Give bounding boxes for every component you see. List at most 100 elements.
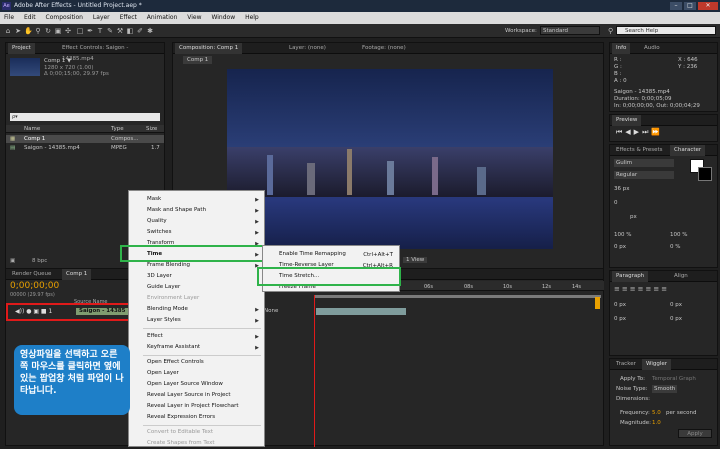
work-area-bar[interactable]: [314, 295, 601, 298]
selection-tool-icon[interactable]: ➤: [14, 27, 22, 35]
tab-project[interactable]: Project: [8, 43, 35, 54]
work-area-end-handle[interactable]: [595, 297, 600, 309]
menu-item-keyframe-assistant[interactable]: Keyframe Assistant: [147, 342, 200, 353]
menu-composition[interactable]: Composition: [42, 12, 87, 24]
menu-item-blending-mode[interactable]: Blending Mode: [147, 304, 188, 315]
menu-item-guide-layer[interactable]: Guide Layer: [147, 282, 180, 293]
magnitude-value[interactable]: 1.0: [652, 419, 661, 427]
font-family-select[interactable]: Gulim: [614, 159, 674, 167]
menu-view[interactable]: View: [183, 12, 205, 24]
view-layout-select[interactable]: 1 View: [403, 257, 428, 263]
tab-render-queue[interactable]: Render Queue: [8, 269, 55, 280]
menu-file[interactable]: File: [0, 12, 18, 24]
home-tool-icon[interactable]: ⌂: [4, 27, 12, 35]
puppet-tool-icon[interactable]: ✱: [146, 27, 154, 35]
rotate-tool-icon[interactable]: ↻: [44, 27, 52, 35]
hand-tool-icon[interactable]: ✋: [24, 27, 33, 35]
menu-item-switches[interactable]: Switches: [147, 227, 171, 238]
menu-item-effect[interactable]: Effect: [147, 331, 163, 342]
space-after[interactable]: 0 px: [670, 315, 682, 323]
tab-effect-controls[interactable]: Effect Controls: Saigon - 14385.mp4: [58, 43, 164, 62]
tab-info[interactable]: Info: [612, 43, 631, 54]
menu-item-mask[interactable]: Mask: [147, 194, 161, 205]
tab-tracker[interactable]: Tracker: [612, 359, 640, 370]
menu-item-3d-layer[interactable]: 3D Layer: [147, 271, 172, 282]
layer-duration-bar[interactable]: [316, 308, 406, 315]
roto-brush-tool-icon[interactable]: ✐: [136, 27, 144, 35]
tsume-value[interactable]: 0 %: [670, 243, 680, 251]
eraser-tool-icon[interactable]: ◧: [126, 27, 134, 35]
horizontal-scale[interactable]: 100 %: [670, 231, 687, 239]
tab-character[interactable]: Character: [670, 145, 706, 156]
search-help-input[interactable]: Search Help: [616, 26, 716, 35]
preview-controls-icon[interactable]: ⏮◀▶⏭⏩: [616, 128, 663, 137]
maximize-button[interactable]: □: [684, 2, 696, 10]
tab-paragraph[interactable]: Paragraph: [612, 271, 649, 282]
indent-right[interactable]: 0 px: [670, 301, 682, 309]
menu-item-open-effect-controls[interactable]: Open Effect Controls: [147, 357, 204, 368]
project-item-name[interactable]: Comp 1: [24, 135, 45, 143]
frequency-value[interactable]: 5.0: [652, 409, 661, 417]
menu-animation[interactable]: Animation: [143, 12, 182, 24]
column-header-size[interactable]: Size: [146, 125, 157, 133]
kerning-value[interactable]: 0: [614, 199, 618, 207]
zoom-tool-icon[interactable]: ⚲: [34, 27, 42, 35]
project-item-name[interactable]: Saigon - 14385.mp4: [24, 144, 80, 152]
tab-layer[interactable]: Layer: (none): [285, 43, 330, 54]
comp-viewer-frame[interactable]: [227, 69, 553, 249]
wiggler-apply-button[interactable]: Apply: [678, 429, 712, 438]
noise-type-select[interactable]: Smooth: [652, 385, 678, 393]
apply-to-select[interactable]: Temporal Graph: [652, 375, 696, 383]
text-tool-icon[interactable]: T: [96, 27, 104, 35]
baseline-shift[interactable]: 0 px: [614, 243, 626, 251]
menu-layer[interactable]: Layer: [89, 12, 114, 24]
indent-left[interactable]: 0 px: [614, 301, 626, 309]
menu-item-open-layer-source-window[interactable]: Open Layer Source Window: [147, 379, 223, 390]
close-button[interactable]: ✕: [698, 2, 718, 10]
brush-tool-icon[interactable]: ✎: [106, 27, 114, 35]
interpret-footage-icon[interactable]: ▣: [10, 257, 15, 265]
parent-select[interactable]: None: [264, 308, 278, 314]
space-before[interactable]: 0 px: [614, 315, 626, 323]
menu-window[interactable]: Window: [207, 12, 239, 24]
rectangle-tool-icon[interactable]: □: [76, 27, 84, 35]
stroke-color-swatch[interactable]: [698, 167, 712, 181]
workspace-select[interactable]: Standard: [540, 26, 600, 35]
leading-unit[interactable]: px: [630, 213, 637, 221]
bpc-label[interactable]: 8 bpc: [32, 257, 47, 265]
playhead[interactable]: [314, 295, 315, 447]
menu-item-reveal-layer-flowchart[interactable]: Reveal Layer in Project Flowchart: [147, 401, 239, 412]
stamp-tool-icon[interactable]: ⚒: [116, 27, 124, 35]
tab-audio[interactable]: Audio: [640, 43, 664, 54]
menu-item-enable-time-remapping[interactable]: Enable Time Remapping: [279, 249, 346, 260]
menu-item-quality[interactable]: Quality: [147, 216, 167, 227]
pan-behind-tool-icon[interactable]: ✣: [64, 27, 72, 35]
menu-item-reveal-expression-errors[interactable]: Reveal Expression Errors: [147, 412, 215, 423]
menu-item-open-layer[interactable]: Open Layer: [147, 368, 179, 379]
menu-item-layer-styles[interactable]: Layer Styles: [147, 315, 181, 326]
project-search-input[interactable]: ρ▾: [10, 113, 160, 121]
menu-item-mask-shape-path[interactable]: Mask and Shape Path: [147, 205, 206, 216]
menu-item-reveal-layer-source[interactable]: Reveal Layer Source in Project: [147, 390, 231, 401]
tab-comp-timeline[interactable]: Comp 1: [62, 269, 92, 280]
tab-preview[interactable]: Preview: [612, 115, 642, 126]
current-timecode[interactable]: 0;00;00;00: [10, 281, 59, 291]
comp-subtab[interactable]: Comp 1: [183, 56, 213, 64]
camera-tool-icon[interactable]: ▣: [54, 27, 62, 35]
vertical-scale[interactable]: 100 %: [614, 231, 631, 239]
menu-edit[interactable]: Edit: [20, 12, 40, 24]
tab-effects-presets[interactable]: Effects & Presets: [612, 145, 667, 156]
tab-composition[interactable]: Composition: Comp 1: [175, 43, 243, 54]
tab-footage[interactable]: Footage: (none): [358, 43, 410, 54]
tab-wiggler[interactable]: Wiggler: [642, 359, 672, 370]
paragraph-align-icon[interactable]: ≡≡≡≡≡≡≡: [614, 285, 669, 293]
menu-effect[interactable]: Effect: [116, 12, 141, 24]
column-header-name[interactable]: Name: [24, 125, 40, 133]
font-size-value[interactable]: 36 px: [614, 185, 630, 193]
menu-help[interactable]: Help: [241, 12, 263, 24]
tab-align[interactable]: Align: [670, 271, 692, 282]
pen-tool-icon[interactable]: ✒: [86, 27, 94, 35]
minimize-button[interactable]: –: [670, 2, 682, 10]
column-header-type[interactable]: Type: [111, 125, 124, 133]
font-style-select[interactable]: Regular: [614, 171, 674, 179]
